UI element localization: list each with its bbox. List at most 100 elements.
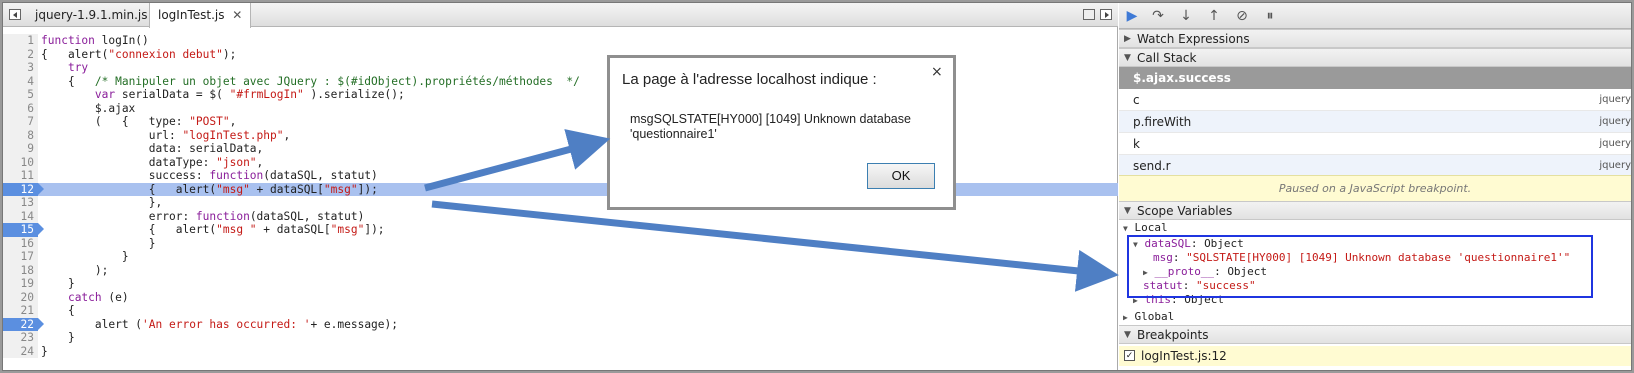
code-line[interactable]: 21 { [3,304,1118,318]
code-text: } [41,277,75,290]
tab-label: logInTest.js [158,8,225,22]
code-line[interactable]: 17 } [3,250,1118,264]
line-number[interactable]: 4 [3,74,38,88]
line-number[interactable]: 1 [3,34,38,48]
line-number[interactable]: 20 [3,290,38,304]
ok-button[interactable]: OK [867,163,935,189]
debugger-sidebar: ▶ ↷ ↓ ↑ ⊘ ⏸ ▶ Watch Expressions ▼ Call S… [1119,3,1631,370]
code-text: { alert("connexion debut"); [41,47,237,61]
code-text: function logIn() [41,34,149,47]
section-title: Breakpoints [1137,328,1209,342]
dialog-title: La page à l'adresse localhost indique : [622,71,877,88]
call-frame[interactable]: send.r jquery [1119,155,1631,177]
code-line[interactable]: 23 } [3,331,1118,345]
code-line[interactable]: 20 catch (e) [3,290,1118,304]
call-stack-header[interactable]: ▼ Call Stack [1119,48,1631,67]
source-tab-bar: jquery-1.9.1.min.js logInTest.js ✕ [3,3,1118,28]
code-text: } [41,250,129,263]
code-text: { alert("msg" + dataSQL["msg"]); [41,182,378,196]
scope-variables-header[interactable]: ▼ Scope Variables [1119,201,1631,220]
call-frame-location[interactable]: jquery [1599,155,1631,177]
scope-local[interactable]: ▼ Local [1123,221,1168,235]
line-number[interactable]: 14 [3,209,38,223]
section-title: Watch Expressions [1137,32,1250,46]
code-text: } [41,344,48,358]
code-line[interactable]: 1 function logIn() [3,34,1118,48]
code-text: } [41,331,75,344]
call-frame[interactable]: p.fireWith jquery [1119,111,1631,133]
pause-on-exceptions-icon[interactable]: ⏸ [1261,7,1279,25]
line-number[interactable]: 7 [3,115,38,129]
breakpoint-line-number[interactable]: 15 [3,223,44,237]
code-line[interactable]: 14 error: function(dataSQL, statut) [3,209,1118,223]
line-number[interactable]: 10 [3,155,38,169]
code-line[interactable]: 19 } [3,277,1118,291]
step-out-icon[interactable]: ↑ [1205,7,1223,25]
code-text: url: "logInTest.php", [41,128,291,142]
line-number[interactable]: 9 [3,142,38,156]
code-text: { alert("msg " + dataSQL["msg"]); [41,223,385,236]
call-frame[interactable]: k jquery [1119,133,1631,155]
breakpoints-header[interactable]: ▼ Breakpoints [1119,325,1631,344]
code-line[interactable]: 15 { alert("msg " + dataSQL["msg"]); [3,223,1118,237]
close-icon[interactable]: × [931,64,943,80]
code-line[interactable]: 16 } [3,236,1118,250]
line-number[interactable]: 21 [3,304,38,318]
line-number[interactable]: 2 [3,47,38,61]
scope-global[interactable]: ▶ Global [1123,310,1174,324]
deactivate-breakpoints-icon[interactable]: ⊘ [1233,7,1251,25]
line-number[interactable]: 24 [3,344,38,358]
code-text: data: serialData, [41,142,264,155]
line-number[interactable]: 6 [3,101,38,115]
tab-logintest[interactable]: logInTest.js ✕ [149,3,252,28]
line-number[interactable]: 23 [3,331,38,345]
section-title: Call Stack [1137,51,1197,65]
code-line[interactable]: 22 alert ('An error has occurred: '+ e.m… [3,317,1118,331]
line-number[interactable]: 11 [3,169,38,183]
call-frame-selected[interactable]: $.ajax.success [1119,67,1631,89]
expand-triangle-icon: ▶ [1123,313,1128,322]
step-into-icon[interactable]: ↓ [1177,7,1195,25]
breakpoint-item[interactable]: ✓ logInTest.js:12 [1119,346,1631,366]
collapse-triangle-icon: ▼ [1124,53,1131,63]
collapse-triangle-icon: ▼ [1124,206,1131,216]
paused-message: Paused on a JavaScript breakpoint. [1119,175,1631,201]
section-title: Scope Variables [1137,204,1233,218]
show-navigator-icon[interactable] [9,9,21,20]
tab-label: jquery-1.9.1.min.js [35,8,148,22]
code-text: }, [41,196,163,209]
resume-icon[interactable]: ▶ [1123,7,1141,25]
alert-dialog: La page à l'adresse localhost indique : … [607,55,956,210]
line-number[interactable]: 17 [3,250,38,264]
code-text: success: function(dataSQL, statut) [41,169,378,182]
toggle-pane-icon[interactable] [1083,9,1095,20]
call-frame-location[interactable]: jquery [1599,89,1631,111]
line-number[interactable]: 5 [3,88,38,102]
breakpoint-checkbox[interactable]: ✓ [1124,350,1135,361]
step-over-icon[interactable]: ↷ [1149,7,1167,25]
code-text: { /* Manipuler un objet avec JQuery : $(… [41,74,580,88]
code-text: dataType: "json", [41,155,264,169]
breakpoint-line-number[interactable]: 12 [3,182,44,196]
call-frame[interactable]: c jquery [1119,89,1631,111]
code-line[interactable]: 18 ); [3,263,1118,277]
dialog-message: msgSQLSTATE[HY000] [1049] Unknown databa… [630,112,911,141]
line-number[interactable]: 16 [3,236,38,250]
code-text: catch (e) [67,290,129,304]
show-debugger-icon[interactable] [1100,9,1112,20]
call-frame-location[interactable]: jquery [1599,111,1631,133]
line-number[interactable]: 13 [3,196,38,210]
close-tab-icon[interactable]: ✕ [232,8,242,22]
tab-jquery[interactable]: jquery-1.9.1.min.js [27,3,155,27]
breakpoint-line-number[interactable]: 22 [3,317,44,331]
line-number[interactable]: 18 [3,263,38,277]
watch-expressions-header[interactable]: ▶ Watch Expressions [1119,29,1631,48]
scope-highlight-box [1127,235,1593,298]
line-number[interactable]: 19 [3,277,38,291]
line-number[interactable]: 8 [3,128,38,142]
collapse-triangle-icon: ▼ [1123,224,1128,233]
call-frame-location[interactable]: jquery [1599,133,1631,155]
expand-triangle-icon: ▶ [1124,34,1131,44]
code-line[interactable]: 24} [3,344,1118,358]
line-number[interactable]: 3 [3,61,38,75]
